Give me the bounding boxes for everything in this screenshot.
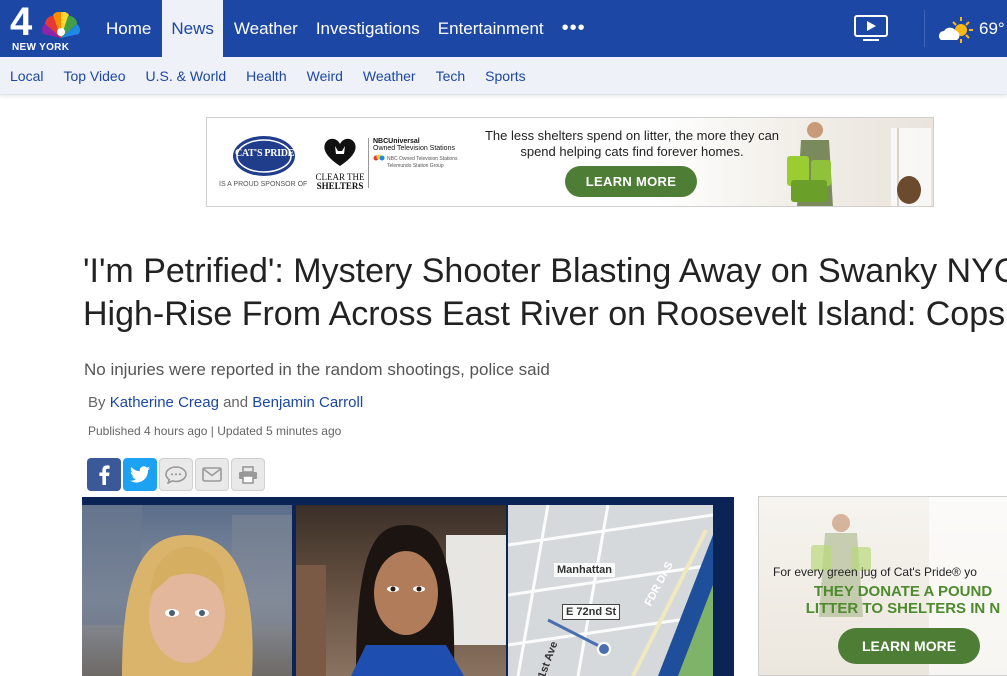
nav-weather[interactable]: Weather	[225, 0, 307, 57]
byline-prefix: By	[88, 394, 106, 411]
side-ad-line3: LITTER TO SHELTERS IN N	[805, 600, 1001, 617]
clear-the-shelters-logo: CLEAR THE SHELTERS	[313, 136, 367, 191]
headline-line-2: High-Rise From Across East River on Roos…	[83, 295, 1006, 333]
nav-news[interactable]: News	[162, 0, 223, 57]
subnav-weird[interactable]: Weird	[297, 68, 353, 84]
headline-line-1: 'I'm Petrified': Mystery Shooter Blastin…	[83, 252, 1007, 290]
side-ad-learn-more-button[interactable]: LEARN MORE	[838, 628, 980, 664]
sponsor-note: IS A PROUD SPONSOR OF	[219, 181, 308, 188]
article-dek: No injuries were reported in the random …	[84, 360, 550, 379]
logo-city: NEW YORK	[12, 42, 70, 53]
more-menu-button[interactable]: •••	[553, 0, 595, 57]
updated-time: Updated 5 minutes ago	[217, 424, 342, 438]
sidebar-advertisement[interactable]: For every green jug of Cat's Pride® yo T…	[758, 496, 1007, 676]
nav-divider	[924, 10, 925, 47]
mini-peacock-icon	[373, 154, 385, 161]
subnav-weather[interactable]: Weather	[353, 68, 426, 84]
nbcu-line4: Telemundo Station Group	[387, 163, 444, 169]
map-graphic	[508, 505, 713, 676]
map-label-manhattan: Manhattan	[554, 563, 615, 577]
main-nav: Home News Weather Investigations Enterta…	[97, 0, 595, 57]
twitter-share-button[interactable]	[123, 458, 157, 491]
published-time: Published 4 hours ago	[88, 424, 208, 438]
cats-pride-wordmark: CAT'S PRIDE	[235, 148, 295, 159]
comment-button[interactable]	[159, 458, 193, 491]
peacock-icon	[42, 12, 80, 39]
author-katherine-creag[interactable]: Katherine Creag	[110, 394, 219, 411]
banner-learn-more-button[interactable]: LEARN MORE	[565, 166, 697, 197]
heart-cat-icon	[324, 138, 356, 166]
map-label-e-72nd-st: E 72nd St	[562, 604, 621, 620]
email-button[interactable]	[195, 458, 229, 491]
banner-advertisement[interactable]: CAT'S PRIDE IS A PROUD SPONSOR OF CLEAR …	[206, 117, 934, 207]
nav-investigations[interactable]: Investigations	[307, 0, 429, 57]
comment-icon	[165, 465, 187, 484]
subnav-tech[interactable]: Tech	[426, 68, 476, 84]
ad-person-with-litter-image	[787, 122, 931, 206]
ad-separator	[368, 138, 369, 188]
nav-entertainment[interactable]: Entertainment	[429, 0, 553, 57]
subnav-us-world[interactable]: U.S. & World	[135, 68, 236, 84]
timestamp-separator: |	[210, 424, 214, 438]
article-headline: 'I'm Petrified': Mystery Shooter Blastin…	[83, 250, 1007, 336]
nbcu-line3: NBC Owned Television Stations	[387, 155, 458, 162]
subnav-local[interactable]: Local	[0, 68, 53, 84]
subnav-sports[interactable]: Sports	[475, 68, 535, 84]
side-ad-line1: For every green jug of Cat's Pride® yo	[773, 565, 977, 579]
logo-number: 4	[10, 0, 32, 44]
cts-line2: SHELTERS	[316, 181, 364, 191]
subnav-top-video[interactable]: Top Video	[53, 68, 135, 84]
anchor-image	[82, 505, 292, 676]
print-button[interactable]	[231, 458, 265, 491]
side-ad-headline: THEY DONATE A POUND LITTER TO SHELTERS I…	[773, 583, 1007, 617]
temperature-readout[interactable]: 69°	[979, 19, 1005, 39]
video-anchor-panel	[82, 505, 292, 676]
share-bar	[87, 458, 267, 491]
facebook-share-button[interactable]	[87, 458, 121, 491]
author-benjamin-carroll[interactable]: Benjamin Carroll	[252, 394, 363, 411]
twitter-icon	[130, 466, 150, 483]
byline: By Katherine Creag and Benjamin Carroll	[88, 394, 363, 411]
weather-partly-sunny-icon[interactable]	[937, 16, 975, 44]
email-icon	[202, 467, 222, 482]
print-icon	[239, 465, 257, 484]
reporter-image	[296, 525, 506, 676]
tv-icon[interactable]	[853, 14, 889, 42]
nbcu-line2: Owned Television Stations	[373, 145, 455, 152]
facebook-icon	[99, 464, 110, 485]
nbc-4-new-york-logo[interactable]: 4 NEW YORK	[10, 0, 82, 54]
publish-timestamps: Published 4 hours ago | Updated 5 minute…	[88, 424, 341, 438]
nav-home[interactable]: Home	[97, 0, 160, 57]
byline-and: and	[223, 394, 249, 411]
subnav-health[interactable]: Health	[236, 68, 296, 84]
video-map-panel: Manhattan E 72nd St FDR Dr S 1st Ave	[508, 505, 713, 676]
top-navigation: 4 NEW YORK Home News Weather Investigati…	[0, 0, 1007, 57]
banner-ad-copy: The less shelters spend on litter, the m…	[484, 128, 780, 159]
side-ad-line2: THEY DONATE A POUND	[813, 583, 993, 600]
video-reporter-panel	[296, 505, 506, 676]
video-player[interactable]: Manhattan E 72nd St FDR Dr S 1st Ave	[82, 497, 734, 676]
news-subnav: Local Top Video U.S. & World Health Weir…	[0, 57, 1007, 95]
nbcuniversal-logo: NBCUniversal Owned Television Stations N…	[373, 138, 458, 169]
nbcu-line1: NBCUniversal	[373, 138, 420, 145]
